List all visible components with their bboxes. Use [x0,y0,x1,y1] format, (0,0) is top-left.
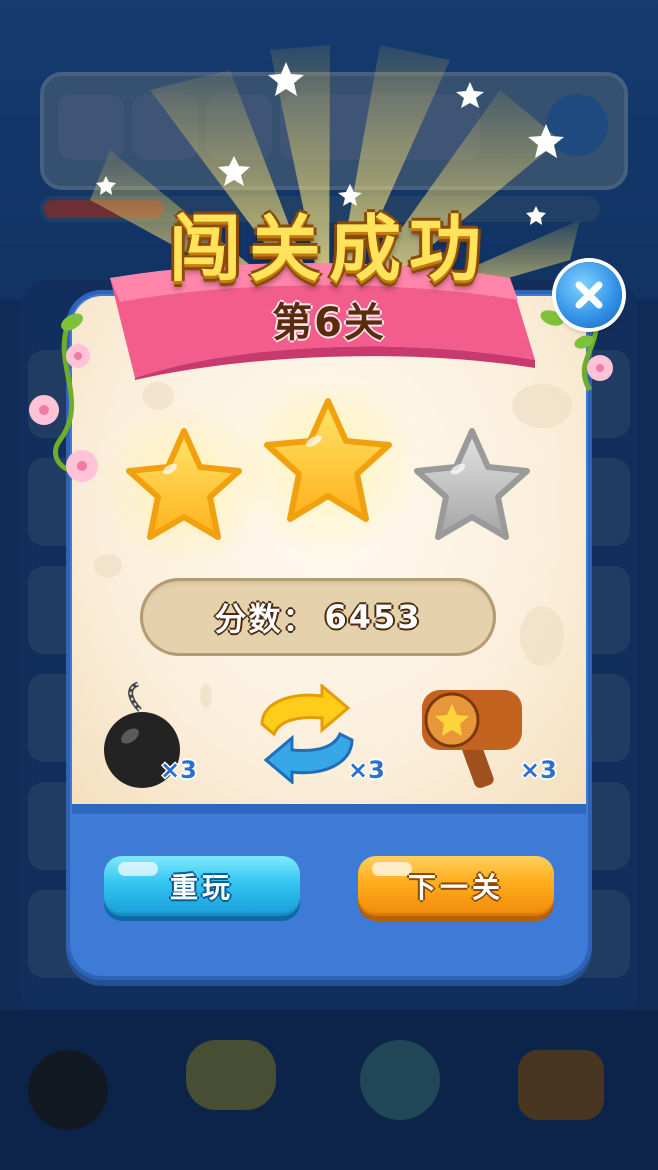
swap-icon [260,682,354,786]
reward-bomb: ×3 [100,680,210,790]
hammer-icon [422,690,522,788]
next-level-label: 下一关 [407,871,504,904]
replay-button[interactable]: 重玩 [104,856,300,916]
button-gloss [372,862,412,876]
score-value: 6453 [324,598,422,636]
bomb-count: ×3 [160,756,197,784]
close-button[interactable] [556,262,622,328]
replay-label: 重玩 [169,871,234,904]
next-level-button[interactable]: 下一关 [358,856,554,916]
score-label: 分数： [214,600,317,638]
panel-divider [72,804,586,814]
star-rating [99,385,530,565]
reward-swap: ×3 [252,682,392,794]
reward-hammer: ×3 [416,682,566,792]
close-icon [575,281,603,309]
button-gloss [118,862,158,876]
hammer-count: ×3 [520,756,557,784]
score-display: 分数： 6453 [140,578,496,656]
star-empty-icon [414,428,530,540]
swap-count: ×3 [348,756,385,784]
